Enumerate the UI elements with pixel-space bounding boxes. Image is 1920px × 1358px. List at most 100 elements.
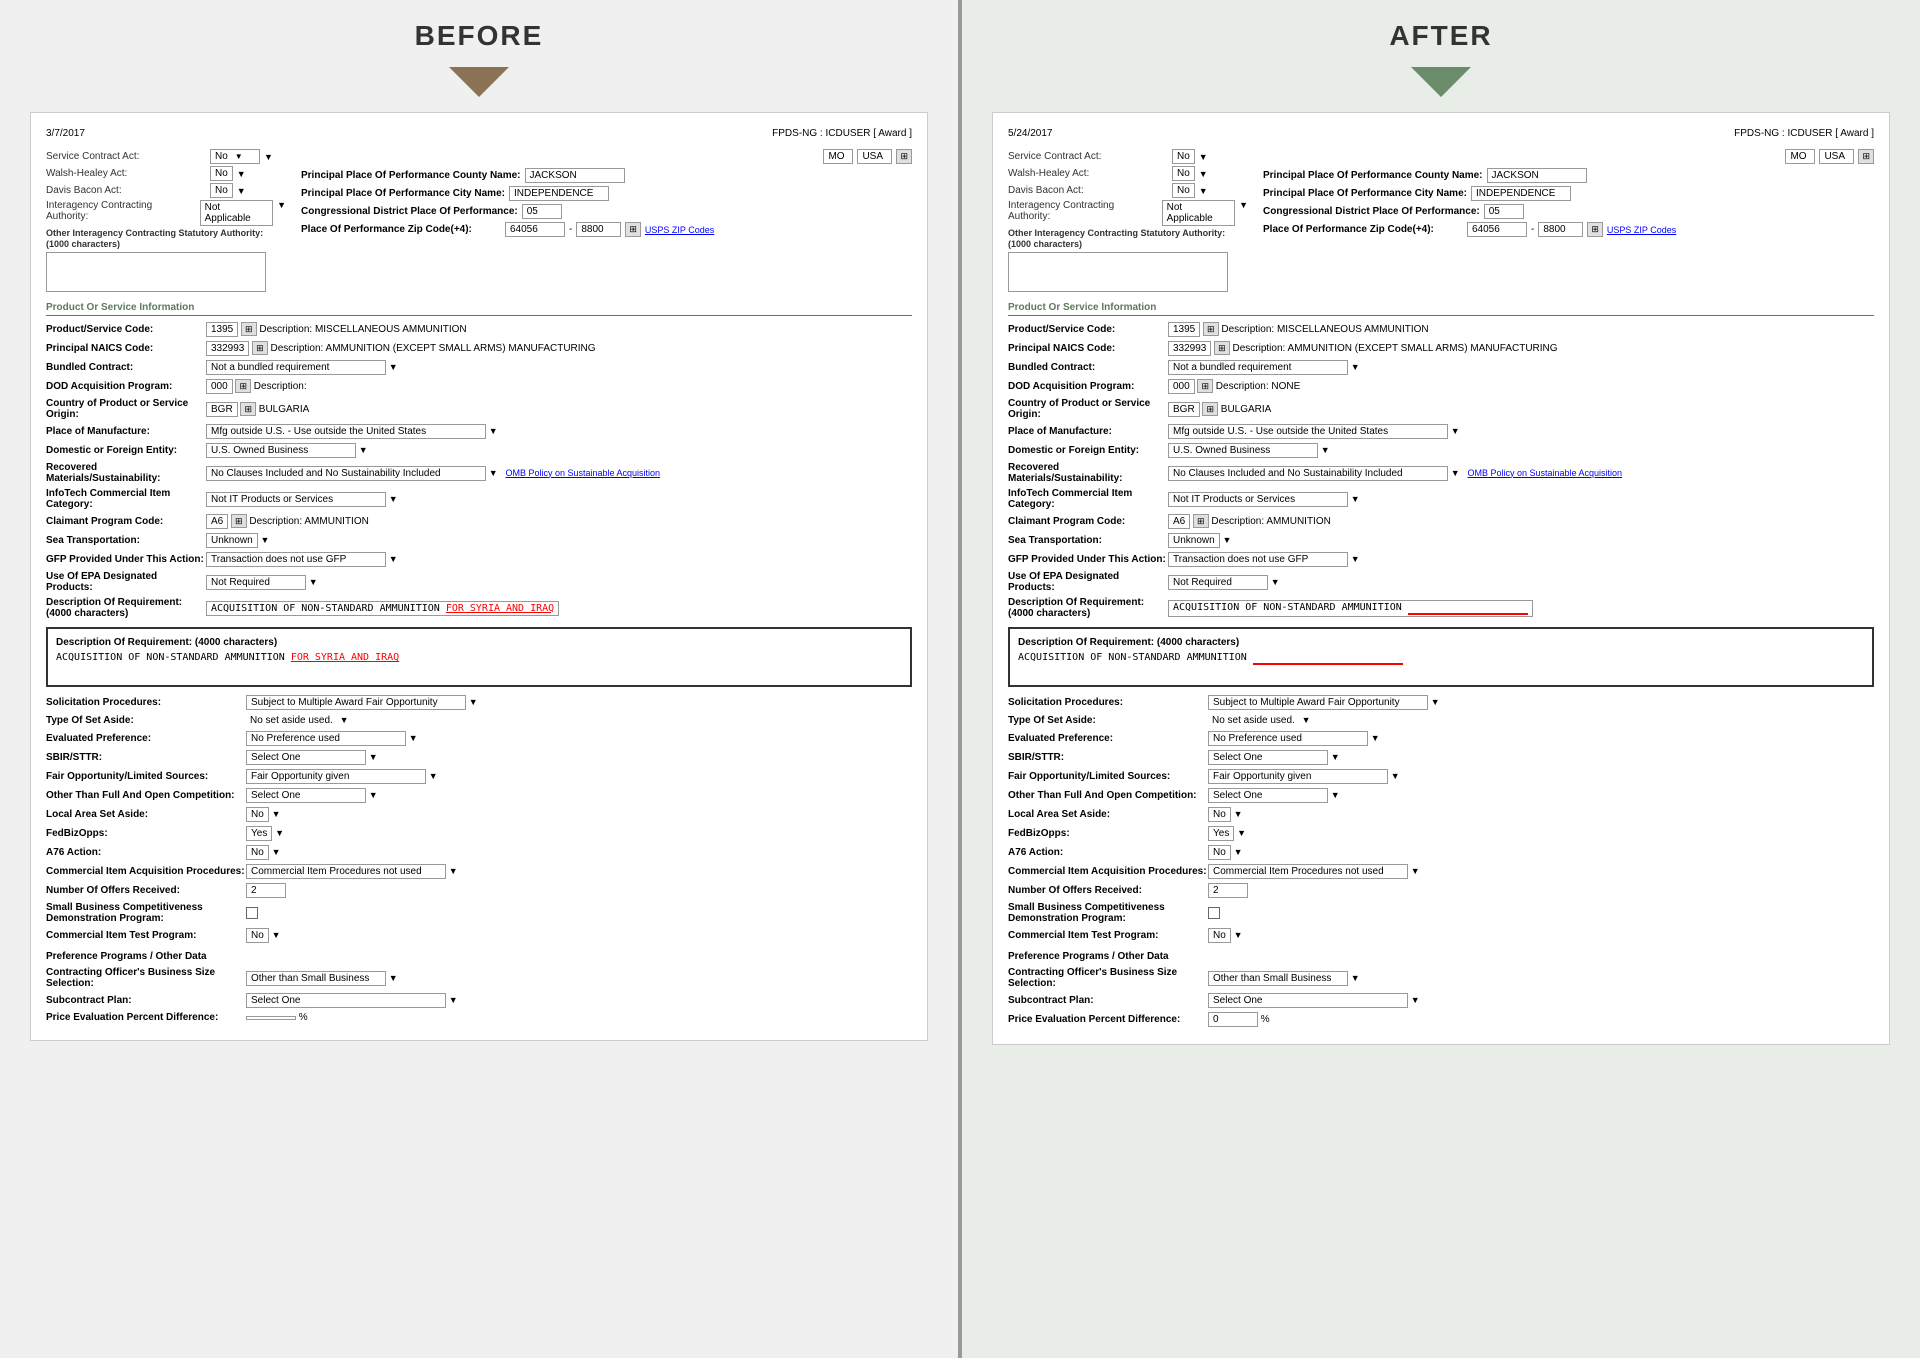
recovered-value[interactable]: No Clauses Included and No Sustainabilit… <box>206 466 486 481</box>
local-area-value[interactable]: No <box>246 807 269 822</box>
after-bundled-value[interactable]: Not a bundled requirement <box>1168 360 1348 375</box>
after-location-btn[interactable]: ⊞ <box>1858 149 1874 164</box>
after-psc-code[interactable]: 1395 <box>1168 322 1200 337</box>
after-manufacture-value[interactable]: Mfg outside U.S. - Use outside the Unite… <box>1168 424 1448 439</box>
bundled-value[interactable]: Not a bundled requirement <box>206 360 386 375</box>
after-davis-value[interactable]: No <box>1172 183 1195 198</box>
location-btn[interactable]: ⊞ <box>896 149 912 164</box>
after-num-offers-value[interactable]: 2 <box>1208 883 1248 898</box>
zip-btn[interactable]: ⊞ <box>625 222 641 237</box>
a76-value[interactable]: No <box>246 845 269 860</box>
fedbizopps-value[interactable]: Yes <box>246 826 272 841</box>
after-other-full-value[interactable]: Select One <box>1208 788 1328 803</box>
after-fedbizopps-value[interactable]: Yes <box>1208 826 1234 841</box>
after-sea-value[interactable]: Unknown <box>1168 533 1220 548</box>
walsh-label: Walsh-Healey Act: <box>46 168 206 179</box>
walsh-value[interactable]: No <box>210 166 233 181</box>
service-contract-select[interactable]: No <box>210 149 260 164</box>
psc-code[interactable]: 1395 <box>206 322 238 337</box>
after-zip-link[interactable]: USPS ZIP Codes <box>1607 225 1676 235</box>
after-gfp-value[interactable]: Transaction does not use GFP <box>1168 552 1348 567</box>
gfp-value[interactable]: Transaction does not use GFP <box>206 552 386 567</box>
after-country-code[interactable]: BGR <box>1168 402 1200 417</box>
after-state-box[interactable]: MO <box>1785 149 1815 164</box>
after-country-box[interactable]: USA <box>1819 149 1854 164</box>
after-a76-value[interactable]: No <box>1208 845 1231 860</box>
solicitation-value[interactable]: Subject to Multiple Award Fair Opportuni… <box>246 695 466 710</box>
after-zip-btn[interactable]: ⊞ <box>1587 222 1603 237</box>
state-box[interactable]: MO <box>823 149 853 164</box>
davis-value[interactable]: No <box>210 183 233 198</box>
after-contracting-officer-value[interactable]: Other than Small Business <box>1208 971 1348 986</box>
zip-link[interactable]: USPS ZIP Codes <box>645 225 714 235</box>
after-recovered-value[interactable]: No Clauses Included and No Sustainabilit… <box>1168 466 1448 481</box>
after-country-btn[interactable]: ⊞ <box>1202 402 1218 416</box>
psc-btn[interactable]: ⊞ <box>241 322 257 336</box>
naics-code[interactable]: 332993 <box>206 341 249 356</box>
contracting-officer-value[interactable]: Other than Small Business <box>246 971 386 986</box>
after-eval-pref-value[interactable]: No Preference used <box>1208 731 1368 746</box>
city-value[interactable]: INDEPENDENCE <box>509 186 609 201</box>
after-county-value[interactable]: JACKSON <box>1487 168 1587 183</box>
fair-opp-value[interactable]: Fair Opportunity given <box>246 769 426 784</box>
after-subcontract-value[interactable]: Select One <box>1208 993 1408 1008</box>
claimant-code[interactable]: A6 <box>206 514 228 529</box>
after-city-value[interactable]: INDEPENDENCE <box>1471 186 1571 201</box>
after-omb-link[interactable]: OMB Policy on Sustainable Acquisition <box>1467 468 1622 478</box>
country-btn[interactable]: ⊞ <box>240 402 256 416</box>
small-bus-checkbox[interactable] <box>246 907 258 919</box>
after-service-value[interactable]: No <box>1172 149 1195 164</box>
after-comm-test-value[interactable]: No <box>1208 928 1231 943</box>
claimant-btn[interactable]: ⊞ <box>231 514 247 528</box>
after-solicitation-value[interactable]: Subject to Multiple Award Fair Opportuni… <box>1208 695 1428 710</box>
num-offers-value[interactable]: 2 <box>246 883 286 898</box>
domestic-value[interactable]: U.S. Owned Business <box>206 443 356 458</box>
sea-value[interactable]: Unknown <box>206 533 258 548</box>
after-claimant-btn[interactable]: ⊞ <box>1193 514 1209 528</box>
congressional-value[interactable]: 05 <box>522 204 562 219</box>
interagency-value[interactable]: Not Applicable <box>200 200 273 226</box>
after-dod-btn[interactable]: ⊞ <box>1197 379 1213 393</box>
after-claimant-code[interactable]: A6 <box>1168 514 1190 529</box>
infotech-value[interactable]: Not IT Products or Services <box>206 492 386 507</box>
after-walsh-value[interactable]: No <box>1172 166 1195 181</box>
after-small-bus-row: Small Business Competitiveness Demonstra… <box>1008 900 1874 926</box>
after-commercial-proc-value[interactable]: Commercial Item Procedures not used <box>1208 864 1408 879</box>
after-domestic-value[interactable]: U.S. Owned Business <box>1168 443 1318 458</box>
zip-ext-value[interactable]: 8800 <box>576 222 621 237</box>
country-code[interactable]: BGR <box>206 402 238 417</box>
after-epa-value[interactable]: Not Required <box>1168 575 1268 590</box>
after-county-label: Principal Place Of Performance County Na… <box>1263 170 1483 181</box>
commercial-proc-value[interactable]: Commercial Item Procedures not used <box>246 864 446 879</box>
epa-value[interactable]: Not Required <box>206 575 306 590</box>
eval-pref-value[interactable]: No Preference used <box>246 731 406 746</box>
other-full-value[interactable]: Select One <box>246 788 366 803</box>
sbir-value[interactable]: Select One <box>246 750 366 765</box>
after-zip-ext[interactable]: 8800 <box>1538 222 1583 237</box>
comm-test-value[interactable]: No <box>246 928 269 943</box>
after-interagency-value[interactable]: Not Applicable <box>1162 200 1235 226</box>
omb-link[interactable]: OMB Policy on Sustainable Acquisition <box>505 468 660 478</box>
after-zip-value[interactable]: 64056 <box>1467 222 1527 237</box>
after-small-bus-checkbox[interactable] <box>1208 907 1220 919</box>
county-value[interactable]: JACKSON <box>525 168 625 183</box>
desc-box-highlight: FOR SYRIA AND IRAQ <box>291 652 399 663</box>
naics-btn[interactable]: ⊞ <box>252 341 268 355</box>
subcontract-value[interactable]: Select One <box>246 993 446 1008</box>
after-congressional-value[interactable]: 05 <box>1484 204 1524 219</box>
dod-code[interactable]: 000 <box>206 379 233 394</box>
after-psc-btn[interactable]: ⊞ <box>1203 322 1219 336</box>
after-naics-code[interactable]: 332993 <box>1168 341 1211 356</box>
after-naics-btn[interactable]: ⊞ <box>1214 341 1230 355</box>
price-eval-value[interactable] <box>246 1016 296 1020</box>
after-infotech-value[interactable]: Not IT Products or Services <box>1168 492 1348 507</box>
after-dod-code[interactable]: 000 <box>1168 379 1195 394</box>
after-price-eval-value[interactable]: 0 <box>1208 1012 1258 1027</box>
after-local-area-value[interactable]: No <box>1208 807 1231 822</box>
dod-btn[interactable]: ⊞ <box>235 379 251 393</box>
zip-value[interactable]: 64056 <box>505 222 565 237</box>
after-sbir-value[interactable]: Select One <box>1208 750 1328 765</box>
after-fair-opp-value[interactable]: Fair Opportunity given <box>1208 769 1388 784</box>
country-box[interactable]: USA <box>857 149 892 164</box>
manufacture-value[interactable]: Mfg outside U.S. - Use outside the Unite… <box>206 424 486 439</box>
